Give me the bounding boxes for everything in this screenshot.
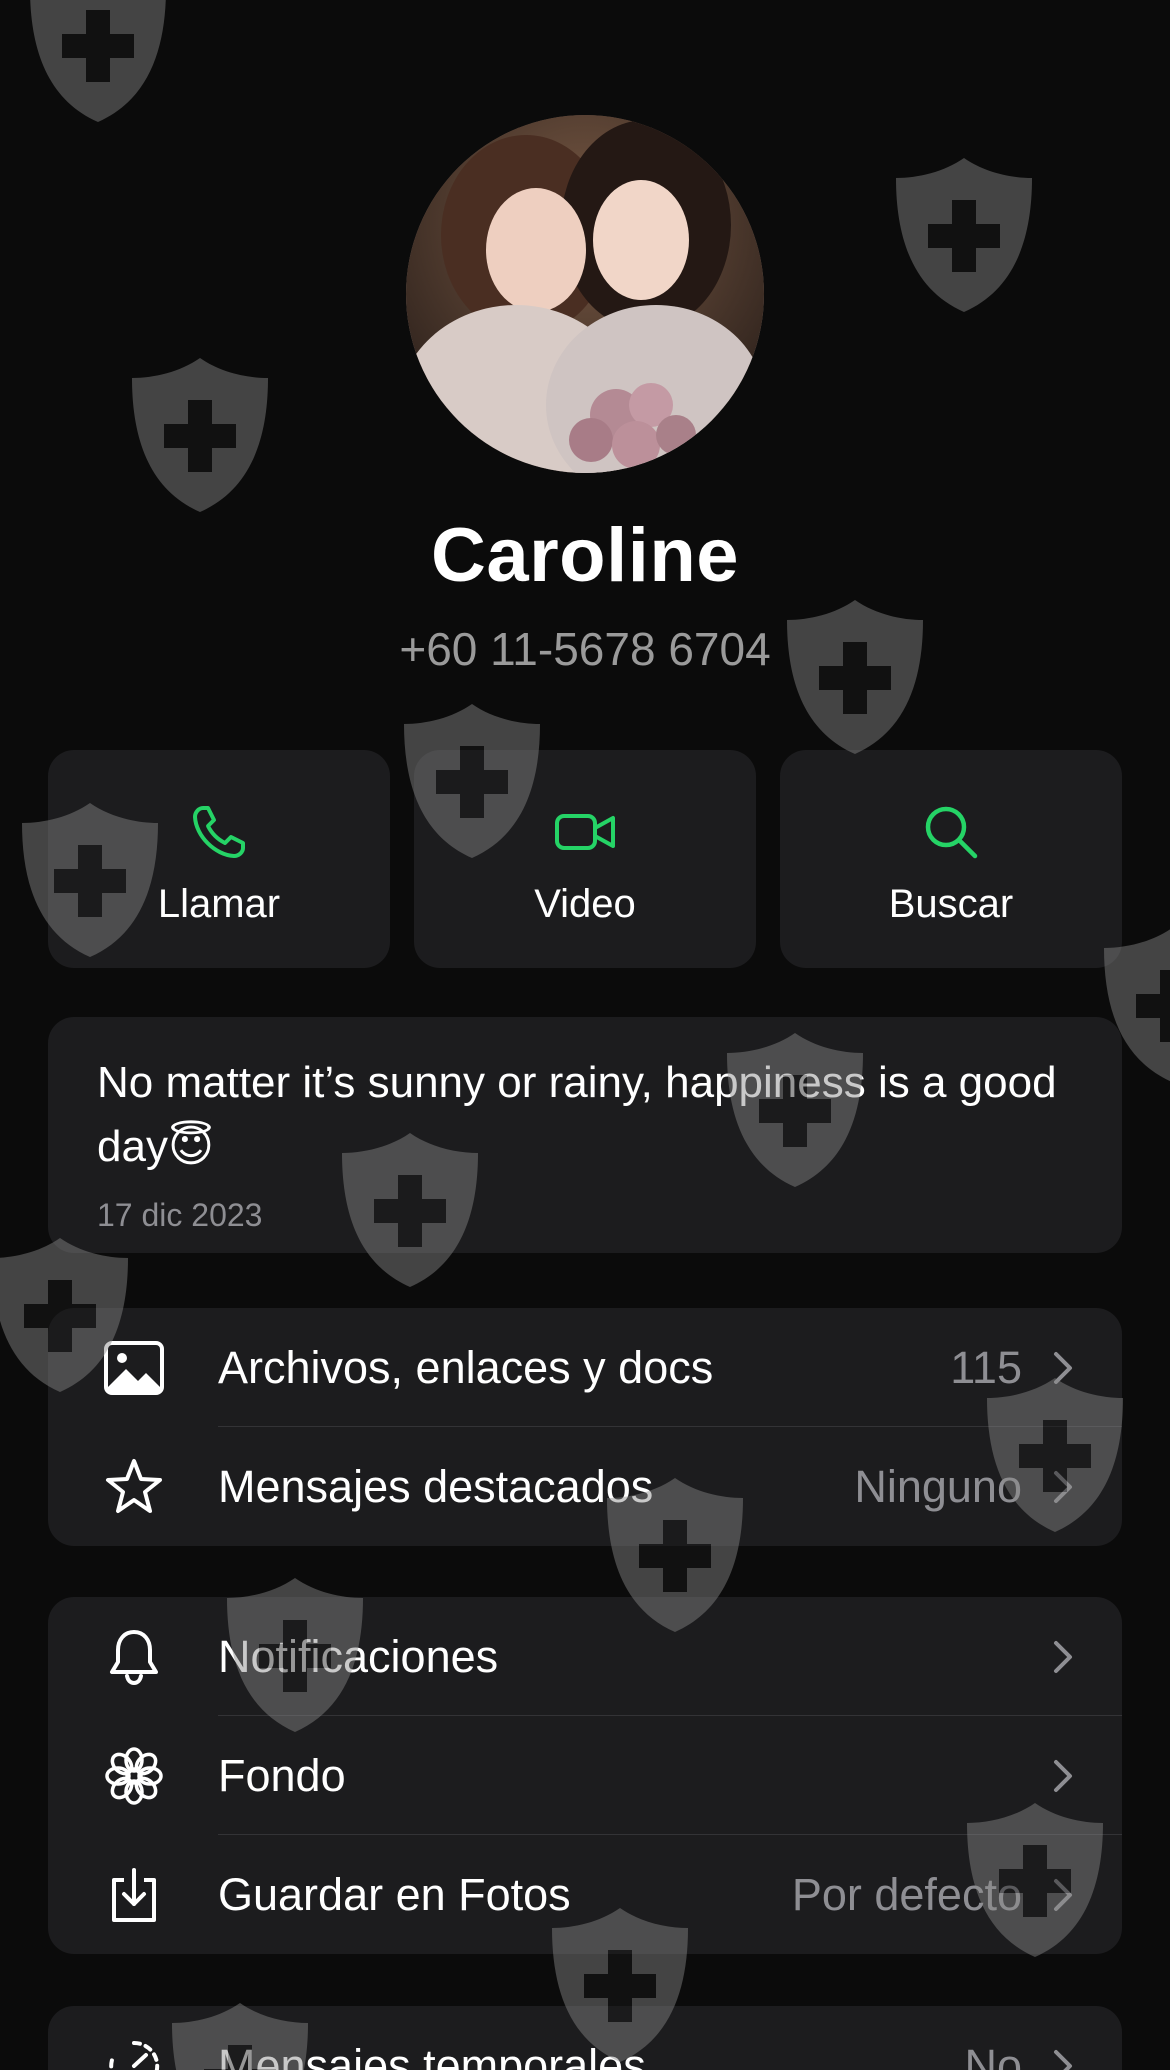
contact-name: Caroline [430, 513, 740, 598]
row-value: 115 [950, 1342, 1022, 1393]
download-icon [112, 1868, 156, 1922]
row-label: Fondo [218, 1750, 346, 1801]
contact-info-screen: Caroline +60 11-5678 6704 Llamar Video B… [0, 0, 1170, 2070]
row-label: Mensajes temporales [218, 2040, 646, 2070]
row-starred-messages[interactable]: Mensajes destacados Ninguno [48, 1427, 1122, 1546]
call-button[interactable]: Llamar [48, 750, 390, 968]
media-group: Archivos, enlaces y docs 115 Mensajes de… [48, 1308, 1122, 1546]
shield-watermark-icon [132, 358, 268, 512]
chevron-right-icon [1054, 1879, 1072, 1911]
image-icon [104, 1341, 164, 1395]
row-label: Guardar en Fotos [218, 1869, 571, 1920]
row-notifications[interactable]: Notificaciones [48, 1597, 1122, 1716]
profile-photo [406, 115, 764, 473]
video-icon [555, 814, 615, 850]
row-wallpaper[interactable]: Fondo [48, 1716, 1122, 1835]
chevron-right-icon [1054, 1641, 1072, 1673]
row-label: Notificaciones [218, 1631, 499, 1682]
shield-watermark-icon [787, 600, 923, 754]
contact-phone[interactable]: +60 11-5678 6704 [0, 622, 1170, 676]
phone-icon [193, 806, 245, 858]
search-button[interactable]: Buscar [780, 750, 1122, 968]
about-text: No matter it’s sunny or rainy, happiness… [97, 1058, 1057, 1171]
row-value: No [964, 2040, 1022, 2070]
chevron-right-icon [1054, 1760, 1072, 1792]
search-button-label: Buscar [888, 882, 1014, 926]
profile-avatar[interactable] [406, 115, 764, 473]
chevron-right-icon [1054, 2050, 1072, 2070]
action-buttons: Llamar Video Buscar [48, 750, 1122, 968]
row-value: Por defecto [791, 1869, 1022, 1920]
video-button-label: Video [534, 882, 636, 926]
video-button[interactable]: Video [414, 750, 756, 968]
chevron-right-icon [1054, 1471, 1072, 1503]
row-files-links-docs[interactable]: Archivos, enlaces y docs 115 [48, 1308, 1122, 1427]
timer-icon [109, 2040, 160, 2070]
row-save-to-photos[interactable]: Guardar en Fotos Por defecto [48, 1835, 1122, 1954]
bell-icon [110, 1630, 158, 1686]
about-card[interactable]: No matter it’s sunny or rainy, happiness… [48, 1017, 1122, 1253]
chevron-right-icon [1054, 1352, 1072, 1384]
call-button-label: Llamar [157, 882, 281, 926]
star-icon [106, 1459, 162, 1513]
about-date: 17 dic 2023 [97, 1197, 263, 1233]
row-label: Mensajes destacados [218, 1461, 654, 1512]
search-icon [925, 806, 978, 859]
row-label: Archivos, enlaces y docs [218, 1342, 714, 1393]
shield-watermark-icon [896, 158, 1032, 312]
row-value: Ninguno [854, 1461, 1022, 1512]
row-disappearing-messages[interactable]: Mensajes temporales No [48, 2006, 1122, 2070]
settings-group: Notificaciones Fondo Guardar en Fotos Po… [48, 1597, 1122, 1954]
privacy-group: Mensajes temporales No [48, 2006, 1122, 2070]
shield-watermark-icon [30, 0, 166, 122]
flower-icon [105, 1747, 163, 1805]
